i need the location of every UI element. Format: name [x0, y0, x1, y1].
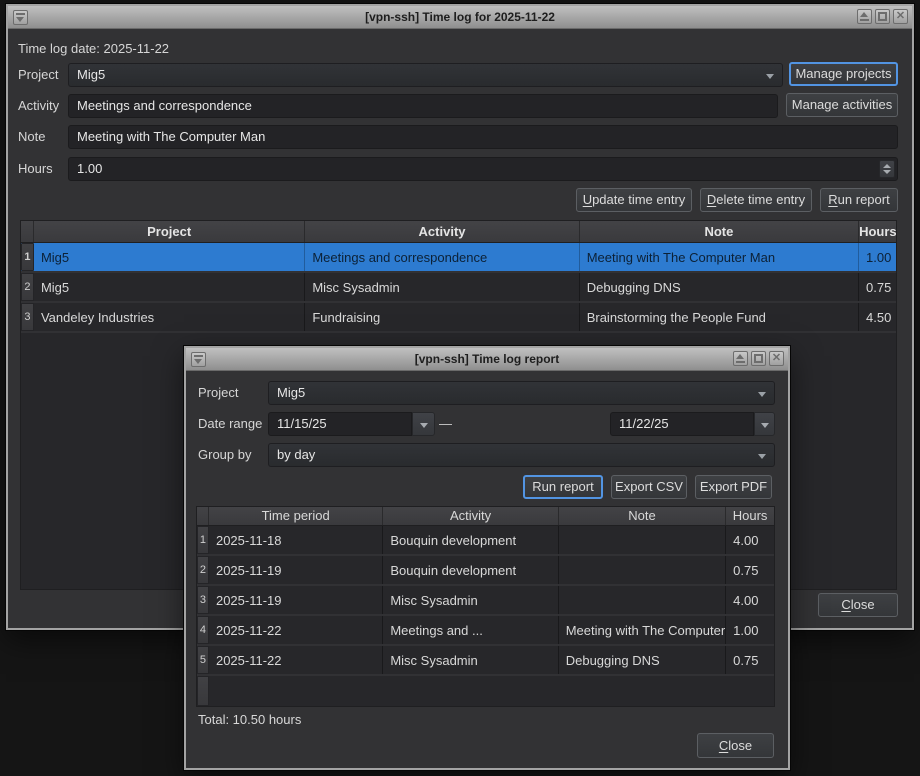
close-button[interactable]: Close	[818, 593, 898, 617]
group-by-combobox[interactable]: by day	[268, 443, 775, 467]
project-combobox[interactable]: Mig5	[68, 63, 783, 87]
table-header-row: Project Activity Note Hours	[21, 221, 896, 243]
date-end-field[interactable]: 11/22/25	[610, 412, 754, 436]
update-time-entry-button[interactable]: Update time entry	[576, 188, 692, 212]
table-row[interactable]: 5 2025-11-22 Misc Sysadmin Debugging DNS…	[197, 646, 774, 676]
col-header-period: Time period	[209, 507, 383, 525]
table-row[interactable]: 1 Mig5 Meetings and correspondence Meeti…	[21, 243, 896, 273]
hours-label: Hours	[18, 157, 53, 181]
report-project-label: Project	[198, 381, 238, 405]
col-header-project: Project	[34, 221, 305, 242]
note-label: Note	[18, 125, 45, 149]
main-window-title: [vpn-ssh] Time log for 2025-11-22	[8, 10, 912, 24]
row-number: 2	[197, 556, 209, 584]
dialog-titlebar[interactable]: [vpn-ssh] Time log report ✕	[186, 348, 788, 371]
close-icon: ✕	[772, 353, 781, 364]
manage-activities-button[interactable]: Manage activities	[786, 93, 898, 117]
run-report-button[interactable]: Run report	[820, 188, 898, 212]
hours-spinbox-value: 1.00	[77, 161, 102, 176]
report-dialog: [vpn-ssh] Time log report ✕ Project Mig5…	[184, 346, 790, 770]
maximize-button[interactable]	[875, 9, 890, 24]
close-icon: ✕	[896, 11, 905, 22]
date-range-separator: —	[439, 416, 452, 431]
table-row[interactable]: 1 2025-11-18 Bouquin development 4.00	[197, 526, 774, 556]
group-by-value: by day	[277, 447, 315, 462]
row-number: 1	[197, 526, 209, 554]
activity-label: Activity	[18, 94, 59, 118]
shade-button[interactable]	[733, 351, 748, 366]
chevron-down-icon	[766, 74, 774, 79]
row-number: 3	[197, 586, 209, 614]
maximize-button[interactable]	[751, 351, 766, 366]
col-header-hours: Hours	[726, 507, 774, 525]
window-menu-icon	[194, 355, 203, 364]
row-number-stub	[197, 676, 209, 706]
spin-down-icon	[883, 170, 891, 174]
chevron-down-icon	[420, 423, 428, 428]
report-project-combobox[interactable]: Mig5	[268, 381, 775, 405]
group-by-label: Group by	[198, 443, 251, 467]
dialog-close-button[interactable]: Close	[697, 733, 774, 758]
project-combobox-value: Mig5	[77, 67, 105, 82]
date-start-dropdown-button[interactable]	[412, 412, 435, 436]
note-input[interactable]: Meeting with The Computer Man	[68, 125, 898, 149]
total-hours-label: Total: 10.50 hours	[198, 712, 301, 727]
shade-icon	[736, 354, 745, 363]
spinner-buttons[interactable]	[879, 160, 895, 178]
table-row[interactable]: 3 2025-11-19 Misc Sysadmin 4.00	[197, 586, 774, 616]
export-pdf-button[interactable]: Export PDF	[695, 475, 772, 499]
chevron-down-icon	[761, 423, 769, 428]
maximize-icon	[754, 354, 763, 363]
table-header-row: Time period Activity Note Hours	[197, 507, 774, 526]
manage-projects-button[interactable]: Manage projects	[789, 62, 898, 86]
table-row[interactable]: 4 2025-11-22 Meetings and ... Meeting wi…	[197, 616, 774, 646]
col-header-note: Note	[559, 507, 726, 525]
activity-input[interactable]: Meetings and correspondence	[68, 94, 778, 118]
close-window-button[interactable]: ✕	[893, 9, 908, 24]
time-log-date-label: Time log date: 2025-11-22	[18, 41, 169, 56]
window-menu-button[interactable]	[191, 352, 206, 367]
chevron-down-icon	[758, 392, 766, 397]
date-start-field[interactable]: 11/15/25	[268, 412, 412, 436]
shade-icon	[860, 12, 869, 21]
row-number: 4	[197, 616, 209, 644]
gutter-header	[21, 221, 34, 242]
row-number: 1	[21, 243, 34, 271]
table-row[interactable]: 3 Vandeley Industries Fundraising Brains…	[21, 303, 896, 333]
main-titlebar[interactable]: [vpn-ssh] Time log for 2025-11-22 ✕	[8, 6, 912, 29]
spin-up-icon	[883, 164, 891, 168]
maximize-icon	[878, 12, 887, 21]
date-end-dropdown-button[interactable]	[754, 412, 775, 436]
hours-spinbox[interactable]: 1.00	[68, 157, 898, 181]
report-table: Time period Activity Note Hours 1 2025-1…	[196, 506, 775, 707]
table-row[interactable]: 2 Mig5 Misc Sysadmin Debugging DNS 0.75	[21, 273, 896, 303]
close-window-button[interactable]: ✕	[769, 351, 784, 366]
project-label: Project	[18, 63, 58, 87]
gutter-header	[197, 507, 209, 525]
chevron-down-icon	[758, 454, 766, 459]
dialog-run-report-button[interactable]: Run report	[523, 475, 603, 499]
shade-button[interactable]	[857, 9, 872, 24]
table-row[interactable]: 2 2025-11-19 Bouquin development 0.75	[197, 556, 774, 586]
date-range-label: Date range	[198, 412, 262, 436]
row-number: 2	[21, 273, 34, 301]
export-csv-button[interactable]: Export CSV	[611, 475, 687, 499]
empty-table-row	[197, 676, 774, 706]
window-menu-button[interactable]	[13, 10, 28, 25]
row-number: 3	[21, 303, 34, 331]
delete-time-entry-button[interactable]: Delete time entry	[700, 188, 812, 212]
row-number: 5	[197, 646, 209, 674]
col-header-hours: Hours	[859, 221, 896, 242]
col-header-note: Note	[580, 221, 859, 242]
dialog-title: [vpn-ssh] Time log report	[186, 352, 788, 366]
col-header-activity: Activity	[383, 507, 558, 525]
window-menu-icon	[16, 13, 25, 22]
col-header-activity: Activity	[305, 221, 579, 242]
report-project-value: Mig5	[277, 385, 305, 400]
